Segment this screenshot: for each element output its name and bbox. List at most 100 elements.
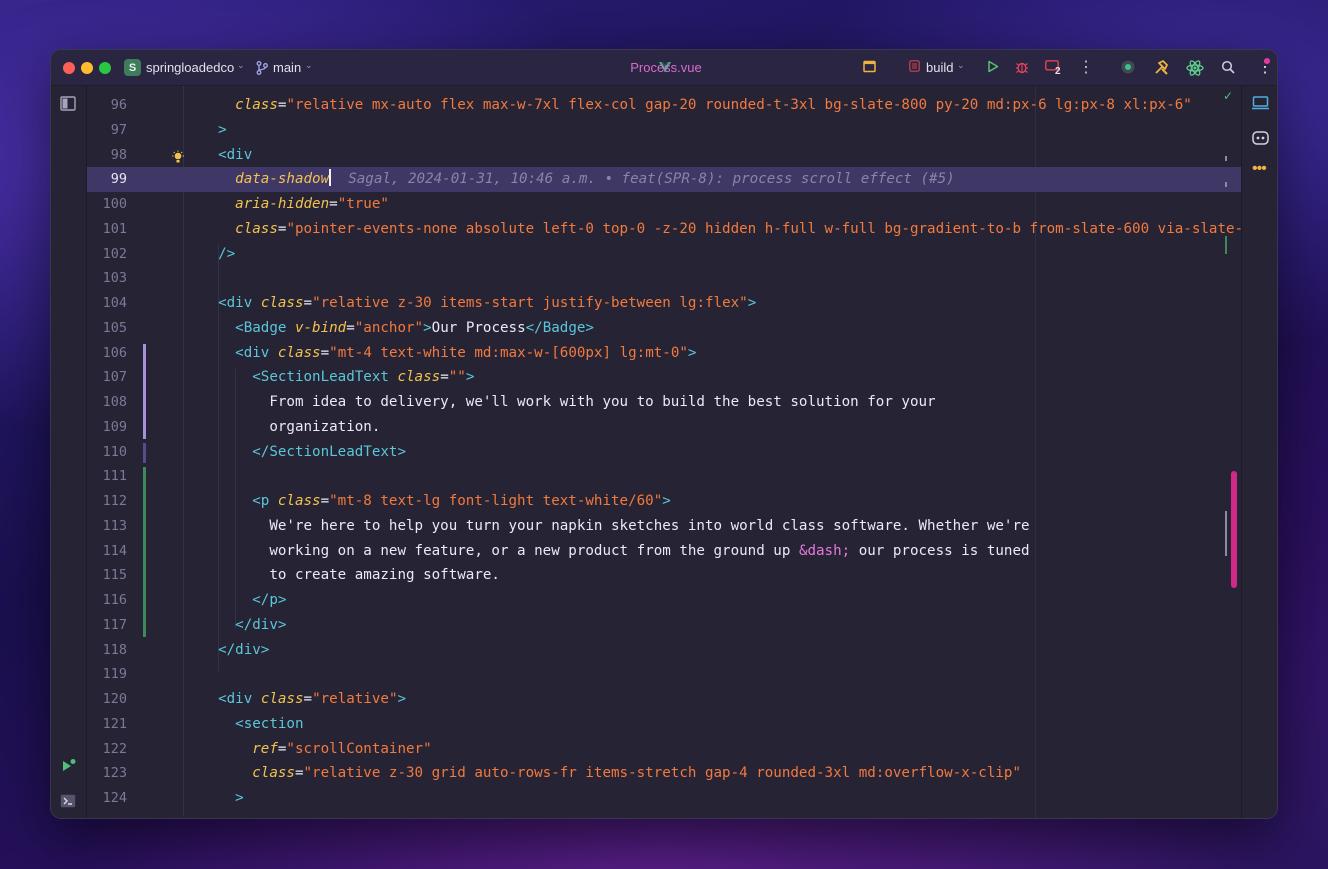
code-line[interactable]: 111 bbox=[87, 464, 1241, 489]
code-line[interactable]: 104 <div class="relative z-30 items-star… bbox=[87, 291, 1241, 316]
code-text[interactable]: to create amazing software. bbox=[201, 563, 500, 588]
code-text[interactable]: </p> bbox=[201, 588, 286, 613]
code-text[interactable]: <div class="mt-4 text-white md:max-w-[60… bbox=[201, 341, 696, 366]
more-actions-icon[interactable]: ⋮ bbox=[1078, 57, 1094, 77]
code-text[interactable]: <section bbox=[201, 712, 303, 737]
code-text[interactable]: working on a new feature, or a new produ… bbox=[201, 539, 1029, 564]
code-line[interactable]: 117 </div> bbox=[87, 613, 1241, 638]
line-number[interactable]: 107 bbox=[87, 365, 127, 390]
code-line[interactable]: 115 to create amazing software. bbox=[87, 563, 1241, 588]
code-text[interactable]: /> bbox=[201, 242, 235, 267]
code-line[interactable]: 112 <p class="mt-8 text-lg font-light te… bbox=[87, 489, 1241, 514]
window-layout-icon[interactable] bbox=[863, 60, 876, 73]
code-line[interactable]: 97 > bbox=[87, 118, 1241, 143]
code-text[interactable]: </div> bbox=[201, 638, 269, 663]
code-line[interactable]: 113 We're here to help you turn your nap… bbox=[87, 514, 1241, 539]
code-text[interactable]: data-shadow Sagal, 2024-01-31, 10:46 a.m… bbox=[201, 167, 955, 192]
line-number[interactable]: 111 bbox=[87, 464, 127, 489]
code-line[interactable]: 98 <div bbox=[87, 143, 1241, 168]
line-number[interactable]: 121 bbox=[87, 712, 127, 737]
line-number[interactable]: 118 bbox=[87, 638, 127, 663]
line-number[interactable]: 112 bbox=[87, 489, 127, 514]
code-line[interactable]: 103 bbox=[87, 266, 1241, 291]
code-text[interactable]: From idea to delivery, we'll work with y… bbox=[201, 390, 935, 415]
code-text[interactable]: <SectionLeadText class=""> bbox=[201, 365, 474, 390]
code-text[interactable]: <div bbox=[201, 143, 252, 168]
code-line[interactable]: 118 </div> bbox=[87, 638, 1241, 663]
line-number[interactable]: 124 bbox=[87, 786, 127, 811]
chevron-down-icon[interactable]: ⌄ bbox=[957, 60, 965, 71]
run-config-icon[interactable] bbox=[909, 60, 920, 72]
vertical-scrollbar[interactable] bbox=[1231, 471, 1237, 588]
line-number[interactable]: 102 bbox=[87, 242, 127, 267]
code-area[interactable]: 96 class="relative mx-auto flex max-w-7x… bbox=[87, 86, 1241, 818]
code-line[interactable]: 100 aria-hidden="true" bbox=[87, 192, 1241, 217]
code-line[interactable]: 101 class="pointer-events-none absolute … bbox=[87, 217, 1241, 242]
code-text[interactable]: > bbox=[201, 786, 244, 811]
line-number[interactable]: 99 bbox=[87, 167, 127, 192]
line-number[interactable]: 123 bbox=[87, 761, 127, 786]
code-line[interactable]: 114 working on a new feature, or a new p… bbox=[87, 539, 1241, 564]
ai-chat-icon[interactable] bbox=[1252, 130, 1269, 146]
line-number[interactable]: 115 bbox=[87, 563, 127, 588]
code-with-me-icon[interactable] bbox=[1121, 60, 1135, 74]
device-preview-icon[interactable] bbox=[1252, 96, 1269, 110]
line-number[interactable]: 97 bbox=[87, 118, 127, 143]
line-number[interactable]: 116 bbox=[87, 588, 127, 613]
code-line[interactable]: 106 <div class="mt-4 text-white md:max-w… bbox=[87, 341, 1241, 366]
code-text[interactable]: <p class="mt-8 text-lg font-light text-w… bbox=[201, 489, 671, 514]
code-editor[interactable]: 96 class="relative mx-auto flex max-w-7x… bbox=[87, 86, 1241, 818]
build-tools-icon[interactable] bbox=[1154, 60, 1169, 75]
code-text[interactable]: </SectionLeadText> bbox=[201, 440, 406, 465]
line-number[interactable]: 119 bbox=[87, 662, 127, 687]
code-line[interactable]: 124 > bbox=[87, 786, 1241, 811]
code-text[interactable]: organization. bbox=[201, 415, 380, 440]
more-tools-icon[interactable]: ••• bbox=[1252, 160, 1267, 178]
line-number[interactable]: 106 bbox=[87, 341, 127, 366]
code-line[interactable]: 110 </SectionLeadText> bbox=[87, 440, 1241, 465]
code-text[interactable]: class="relative z-30 grid auto-rows-fr i… bbox=[201, 761, 1021, 786]
code-text[interactable]: > bbox=[201, 118, 227, 143]
code-text[interactable]: <div class="relative z-30 items-start ju… bbox=[201, 291, 756, 316]
ai-assistant-icon[interactable] bbox=[1186, 60, 1204, 76]
terminal-icon[interactable] bbox=[60, 794, 76, 808]
line-number[interactable]: 117 bbox=[87, 613, 127, 638]
line-number[interactable]: 103 bbox=[87, 266, 127, 291]
code-line[interactable]: 99 data-shadow Sagal, 2024-01-31, 10:46 … bbox=[87, 167, 1241, 193]
code-line[interactable]: 96 class="relative mx-auto flex max-w-7x… bbox=[87, 93, 1241, 118]
code-text[interactable]: class="relative mx-auto flex max-w-7xl f… bbox=[201, 93, 1192, 118]
code-text[interactable]: We're here to help you turn your napkin … bbox=[201, 514, 1029, 539]
code-line[interactable]: 109 organization. bbox=[87, 415, 1241, 440]
code-line[interactable]: 120 <div class="relative"> bbox=[87, 687, 1241, 712]
code-text[interactable]: ref="scrollContainer" bbox=[201, 737, 431, 762]
code-line[interactable]: 119 bbox=[87, 662, 1241, 687]
line-number[interactable]: 100 bbox=[87, 192, 127, 217]
lightbulb-icon[interactable] bbox=[171, 150, 185, 166]
line-number[interactable]: 109 bbox=[87, 415, 127, 440]
code-line[interactable]: 122 ref="scrollContainer" bbox=[87, 737, 1241, 762]
line-number[interactable]: 110 bbox=[87, 440, 127, 465]
line-number[interactable]: 98 bbox=[87, 143, 127, 168]
debug-icon[interactable] bbox=[1015, 60, 1029, 74]
line-number[interactable]: 122 bbox=[87, 737, 127, 762]
line-number[interactable]: 105 bbox=[87, 316, 127, 341]
line-number[interactable]: 113 bbox=[87, 514, 127, 539]
code-text[interactable]: <Badge v-bind="anchor">Our Process</Badg… bbox=[201, 316, 594, 341]
search-icon[interactable] bbox=[1221, 60, 1235, 74]
run-panel-icon[interactable] bbox=[61, 758, 77, 774]
line-number[interactable]: 104 bbox=[87, 291, 127, 316]
code-text[interactable]: <div class="relative"> bbox=[201, 687, 406, 712]
code-line[interactable]: 108 From idea to delivery, we'll work wi… bbox=[87, 390, 1241, 415]
run-config-name[interactable]: build bbox=[926, 60, 953, 75]
code-text[interactable]: class="pointer-events-none absolute left… bbox=[201, 217, 1241, 242]
code-text[interactable]: </div> bbox=[201, 613, 286, 638]
line-number[interactable]: 96 bbox=[87, 93, 127, 118]
project-panel-icon[interactable] bbox=[60, 96, 76, 111]
code-line[interactable]: 107 <SectionLeadText class=""> bbox=[87, 365, 1241, 390]
line-number[interactable]: 108 bbox=[87, 390, 127, 415]
inspections-ok-icon[interactable]: ✓ bbox=[1223, 89, 1233, 103]
line-number[interactable]: 120 bbox=[87, 687, 127, 712]
git-blame-annotation[interactable]: Sagal, 2024-01-31, 10:46 a.m. • feat(SPR… bbox=[331, 171, 954, 187]
code-line[interactable]: 105 <Badge v-bind="anchor">Our Process</… bbox=[87, 316, 1241, 341]
run-icon[interactable] bbox=[987, 60, 999, 73]
